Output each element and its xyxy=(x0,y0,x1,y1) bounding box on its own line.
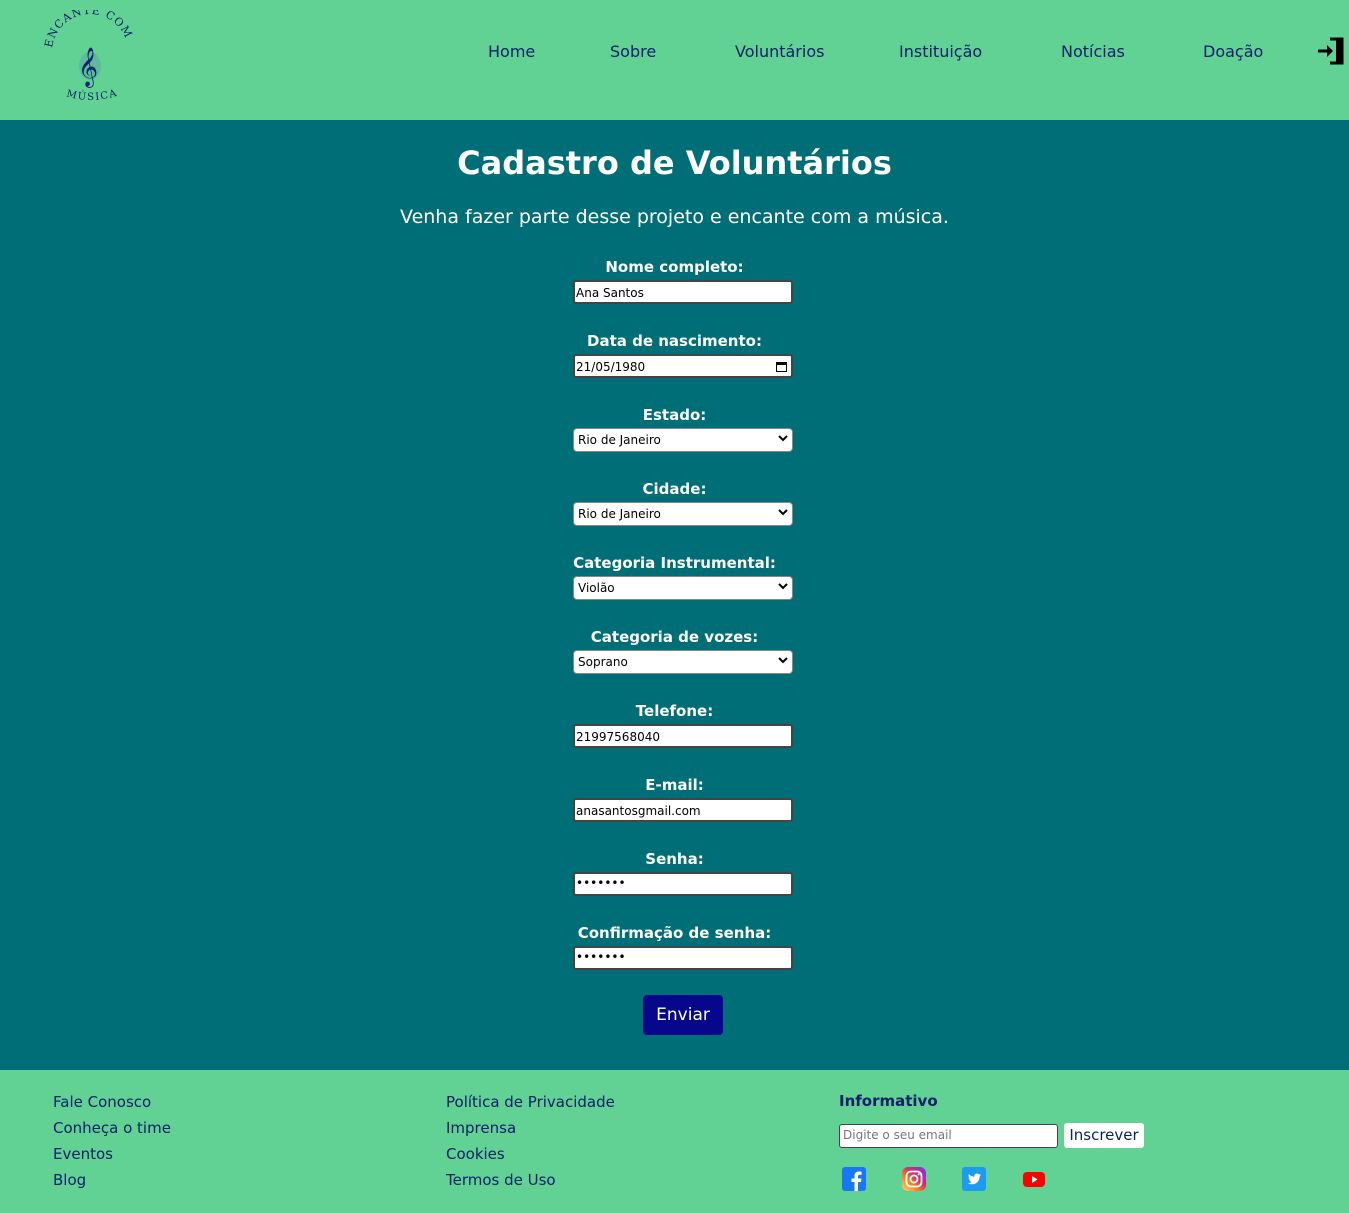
footer-link-blog[interactable]: Blog xyxy=(53,1170,171,1196)
calendar-icon[interactable] xyxy=(776,361,787,372)
footer-link-termos[interactable]: Termos de Uso xyxy=(446,1170,615,1196)
estado-select[interactable]: Rio de Janeiro xyxy=(573,428,793,452)
nav-home[interactable]: Home xyxy=(488,42,535,61)
subscribe-button[interactable]: Inscrever xyxy=(1064,1123,1144,1148)
chevron-down-icon xyxy=(778,435,788,442)
estado-value: Rio de Janeiro xyxy=(578,433,661,447)
facebook-icon[interactable] xyxy=(842,1167,866,1191)
email-value: anasantosgmail.com xyxy=(576,804,701,818)
newsletter-placeholder: Digite o seu email xyxy=(843,1128,952,1142)
chevron-down-icon xyxy=(778,583,788,590)
nome-input[interactable]: Ana Santos xyxy=(573,280,793,304)
field-instrumento: Categoria Instrumental: Violão xyxy=(0,554,1349,614)
login-icon[interactable] xyxy=(1316,36,1346,66)
footer-link-conheca-time[interactable]: Conheça o time xyxy=(53,1118,171,1144)
vozes-select[interactable]: Soprano xyxy=(573,650,793,674)
svg-text:MÚSICA: MÚSICA xyxy=(65,88,119,103)
field-email: E-mail: anasantosgmail.com xyxy=(0,776,1349,836)
footer-link-imprensa[interactable]: Imprensa xyxy=(446,1118,615,1144)
estado-label: Estado: xyxy=(642,406,707,424)
vozes-value: Soprano xyxy=(578,655,628,669)
field-telefone: Telefone: 21997568040 xyxy=(0,702,1349,762)
instrumento-select[interactable]: Violão xyxy=(573,576,793,600)
instagram-icon[interactable] xyxy=(902,1167,926,1191)
field-confirmacao: Confirmação de senha: ••••••• xyxy=(0,924,1349,984)
nascimento-input[interactable]: 21/05/1980 xyxy=(573,354,793,378)
main-nav: Home Sobre Voluntários Instituição Notíc… xyxy=(0,42,1349,64)
confirmacao-input[interactable]: ••••••• xyxy=(573,946,793,970)
newsletter-email-input[interactable]: Digite o seu email xyxy=(839,1124,1058,1148)
footer-link-fale-conosco[interactable]: Fale Conosco xyxy=(53,1092,171,1118)
nav-doacao[interactable]: Doação xyxy=(1203,42,1263,61)
telefone-input[interactable]: 21997568040 xyxy=(573,724,793,748)
instrumento-value: Violão xyxy=(578,581,615,595)
footer-link-eventos[interactable]: Eventos xyxy=(53,1144,171,1170)
twitter-icon[interactable] xyxy=(962,1167,986,1191)
vozes-label: Categoria de vozes: xyxy=(590,628,759,646)
registration-section: Cadastro de Voluntários Venha fazer part… xyxy=(0,120,1349,1070)
field-vozes: Categoria de vozes: Soprano xyxy=(0,628,1349,688)
logo-bottom-text: MÚSICA xyxy=(65,88,118,103)
nascimento-label: Data de nascimento: xyxy=(587,332,762,350)
youtube-icon[interactable] xyxy=(1022,1167,1046,1191)
page-subtitle: Venha fazer parte desse projeto e encant… xyxy=(400,206,949,228)
nome-label: Nome completo: xyxy=(605,258,744,276)
email-input[interactable]: anasantosgmail.com xyxy=(573,798,793,822)
footer-links-1: Fale Conosco Conheça o time Eventos Blog xyxy=(53,1092,171,1196)
nav-sobre[interactable]: Sobre xyxy=(610,42,656,61)
nome-value: Ana Santos xyxy=(576,286,644,300)
field-nome: Nome completo: Ana Santos xyxy=(0,258,1349,318)
confirmacao-value: ••••••• xyxy=(576,950,626,964)
chevron-down-icon xyxy=(778,657,788,664)
field-cidade: Cidade: Rio de Janeiro xyxy=(0,480,1349,540)
field-estado: Estado: Rio de Janeiro xyxy=(0,406,1349,466)
instrumento-label: Categoria Instrumental: xyxy=(573,554,776,572)
chevron-down-icon xyxy=(778,509,788,516)
nascimento-value: 21/05/1980 xyxy=(576,360,646,374)
nav-noticias[interactable]: Notícias xyxy=(1061,42,1125,61)
footer-link-cookies[interactable]: Cookies xyxy=(446,1144,615,1170)
cidade-value: Rio de Janeiro xyxy=(578,507,661,521)
senha-value: ••••••• xyxy=(576,876,626,890)
senha-input[interactable]: ••••••• xyxy=(573,872,793,896)
footer-links-2: Política de Privacidade Imprensa Cookies… xyxy=(446,1092,615,1196)
telefone-label: Telefone: xyxy=(635,702,714,720)
email-label: E-mail: xyxy=(645,776,704,794)
site-footer: Fale Conosco Conheça o time Eventos Blog… xyxy=(0,1070,1349,1213)
submit-button[interactable]: Enviar xyxy=(643,995,723,1035)
cidade-label: Cidade: xyxy=(642,480,707,498)
footer-link-privacidade[interactable]: Política de Privacidade xyxy=(446,1092,615,1118)
site-header: ENCANTE COM 𝄞 MÚSICA Home Sobre Voluntár… xyxy=(0,0,1349,120)
nav-voluntarios[interactable]: Voluntários xyxy=(735,42,824,61)
nav-instituicao[interactable]: Instituição xyxy=(899,42,982,61)
page-title: Cadastro de Voluntários xyxy=(457,144,892,182)
field-nascimento: Data de nascimento: 21/05/1980 xyxy=(0,332,1349,392)
confirmacao-label: Confirmação de senha: xyxy=(577,924,772,942)
field-senha: Senha: ••••••• xyxy=(0,850,1349,910)
cidade-select[interactable]: Rio de Janeiro xyxy=(573,502,793,526)
newsletter-title: Informativo xyxy=(839,1092,938,1110)
telefone-value: 21997568040 xyxy=(576,730,660,744)
senha-label: Senha: xyxy=(645,850,704,868)
